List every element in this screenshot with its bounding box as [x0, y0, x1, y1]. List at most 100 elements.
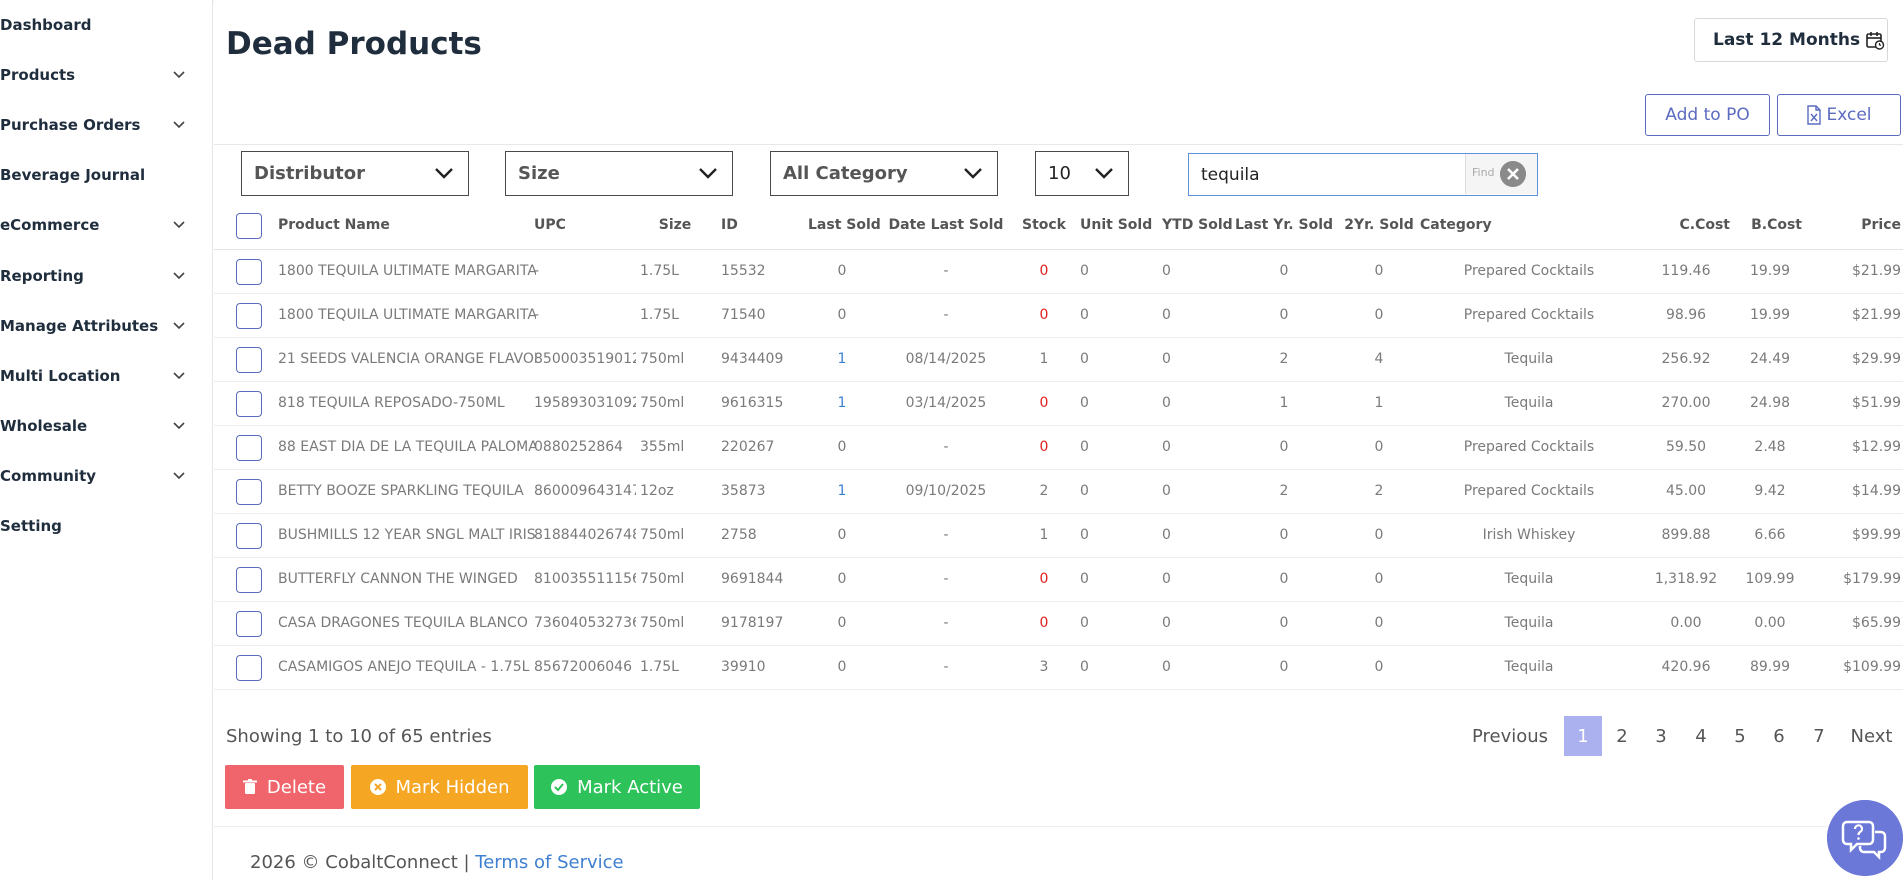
mark-active-button[interactable]: Mark Active	[534, 765, 700, 809]
size-value: Size	[518, 163, 560, 184]
sidebar-item[interactable]: Products	[0, 60, 213, 90]
excel-export-button[interactable]: Excel	[1777, 94, 1901, 136]
table-cell: -	[943, 659, 949, 675]
pagination-page[interactable]: 6	[1760, 716, 1798, 756]
column-header[interactable]: B.Cost	[1738, 217, 1802, 233]
column-header[interactable]: Size	[640, 217, 710, 233]
sidebar-item[interactable]: Manage Attributes	[0, 311, 213, 341]
table-cell: 39910	[721, 659, 766, 675]
footer: 2026 © CobaltConnect | Terms of Service	[250, 852, 624, 873]
table-row[interactable]: CASA DRAGONES TEQUILA BLANCO 736040532736…	[214, 602, 1903, 646]
sidebar-item[interactable]: Beverage Journal	[0, 160, 213, 190]
table-row[interactable]: 21 SEEDS VALENCIA ORANGE FLAVORED 8500035…	[214, 338, 1903, 382]
date-range-button[interactable]: Last 12 Months	[1694, 18, 1888, 62]
column-header[interactable]: Unit Sold	[1080, 217, 1152, 233]
table-cell: Prepared Cocktails	[1463, 263, 1595, 279]
column-header[interactable]: Date Last Sold	[886, 217, 1006, 233]
pagination-page[interactable]: 5	[1721, 716, 1759, 756]
table-cell: Tequila	[1504, 351, 1554, 367]
search-input[interactable]	[1201, 163, 1451, 187]
table-row[interactable]: 818 TEQUILA REPOSADO-750ML 195893031092 75…	[214, 382, 1903, 426]
search-box: Find	[1188, 153, 1538, 196]
delete-button[interactable]: Delete	[225, 765, 344, 809]
column-header[interactable]: YTD Sold	[1162, 217, 1233, 233]
add-to-po-button[interactable]: Add to PO	[1645, 94, 1770, 136]
pagination-page[interactable]: 3	[1642, 716, 1680, 756]
distributor-select[interactable]: Distributor	[241, 151, 469, 196]
terms-link[interactable]: Terms of Service	[475, 852, 623, 873]
column-header[interactable]: Last Yr. Sold	[1234, 217, 1334, 233]
row-checkbox[interactable]	[236, 479, 262, 505]
clear-icon[interactable]	[1500, 161, 1526, 187]
mark-hidden-button[interactable]: Mark Hidden	[351, 765, 528, 809]
pagination-previous[interactable]: Previous	[1456, 716, 1564, 756]
table-cell: -	[943, 527, 949, 543]
pagination-page[interactable]: 7	[1800, 716, 1838, 756]
select-all-checkbox[interactable]	[236, 213, 262, 239]
pagination-page[interactable]: 1	[1564, 716, 1602, 756]
row-checkbox[interactable]	[236, 259, 262, 285]
table-row[interactable]: 1800 TEQUILA ULTIMATE MARGARITA -1.75L 715…	[214, 294, 1903, 338]
footer-divider	[214, 826, 1903, 827]
table-row[interactable]: CASAMIGOS ANEJO TEQUILA - 1.75L 856720060…	[214, 646, 1903, 690]
pagination-page[interactable]: 2	[1603, 716, 1641, 756]
sidebar-item[interactable]: Dashboard	[0, 10, 213, 40]
page-size-select[interactable]: 10	[1035, 151, 1129, 196]
table-cell[interactable]: 1	[808, 395, 876, 411]
table-cell: 0	[1080, 615, 1089, 631]
row-checkbox[interactable]	[236, 347, 262, 373]
sidebar-item[interactable]: Purchase Orders	[0, 110, 213, 140]
pagination-next[interactable]: Next	[1840, 716, 1903, 756]
pagination-page[interactable]: 4	[1682, 716, 1720, 756]
size-select[interactable]: Size	[505, 151, 733, 196]
table-cell: Prepared Cocktails	[1463, 307, 1595, 323]
column-header[interactable]: Category	[1420, 217, 1638, 233]
excel-file-icon	[1807, 105, 1822, 125]
row-checkbox[interactable]	[236, 435, 262, 461]
table-cell: Irish Whiskey	[1482, 527, 1576, 543]
row-checkbox[interactable]	[236, 567, 262, 593]
sidebar-item[interactable]: Reporting	[0, 261, 213, 291]
table-cell: -	[943, 439, 949, 455]
table-cell[interactable]: 1	[808, 483, 876, 499]
row-checkbox[interactable]	[236, 303, 262, 329]
column-header[interactable]: Stock	[1014, 217, 1074, 233]
column-header[interactable]: ID	[721, 217, 801, 233]
table-cell: 420.96	[1661, 659, 1711, 675]
column-header[interactable]: Last Sold	[808, 217, 881, 233]
chat-help-icon[interactable]	[1827, 800, 1903, 876]
sidebar-item[interactable]: eCommerce	[0, 210, 213, 240]
table-row[interactable]: BUTTERFLY CANNON THE WINGED 810035511156 7…	[214, 558, 1903, 602]
table-cell: 109.99	[1745, 571, 1795, 587]
table-cell: 195893031092	[534, 395, 636, 411]
chevron-down-icon	[173, 221, 185, 229]
sidebar-item[interactable]: Setting	[0, 511, 213, 541]
mark-active-label: Mark Active	[577, 776, 683, 798]
column-header[interactable]: UPC	[534, 217, 636, 233]
table-cell: 6.66	[1754, 527, 1786, 543]
table-cell: 0	[1279, 659, 1289, 675]
row-checkbox[interactable]	[236, 611, 262, 637]
column-header[interactable]: C.Cost	[1642, 217, 1730, 233]
column-header[interactable]: Product Name	[278, 217, 536, 233]
trash-icon	[242, 779, 257, 794]
column-header[interactable]: 2Yr. Sold	[1344, 217, 1414, 233]
table-cell: 1	[1039, 351, 1049, 367]
row-checkbox[interactable]	[236, 391, 262, 417]
mark-hidden-label: Mark Hidden	[395, 776, 510, 798]
row-checkbox[interactable]	[236, 523, 262, 549]
sidebar-item[interactable]: Multi Location	[0, 361, 213, 391]
table-row[interactable]: BETTY BOOZE SPARKLING TEQUILA 86000964314…	[214, 470, 1903, 514]
table-cell[interactable]: 1	[808, 351, 876, 367]
sidebar-item[interactable]: Community	[0, 461, 213, 491]
category-value: All Category	[783, 163, 908, 184]
column-header[interactable]: Price	[1807, 217, 1901, 233]
table-row[interactable]: 88 EAST DIA DE LA TEQUILA PALOMA 08802528…	[214, 426, 1903, 470]
table-cell: 256.92	[1661, 351, 1711, 367]
category-select[interactable]: All Category	[770, 151, 998, 196]
row-checkbox[interactable]	[236, 655, 262, 681]
table-row[interactable]: BUSHMILLS 12 YEAR SNGL MALT IRISH 8188440…	[214, 514, 1903, 558]
table-row[interactable]: 1800 TEQUILA ULTIMATE MARGARITA -1.75L 155…	[214, 250, 1903, 294]
table-cell: 0	[837, 615, 847, 631]
sidebar-item[interactable]: Wholesale	[0, 411, 213, 441]
